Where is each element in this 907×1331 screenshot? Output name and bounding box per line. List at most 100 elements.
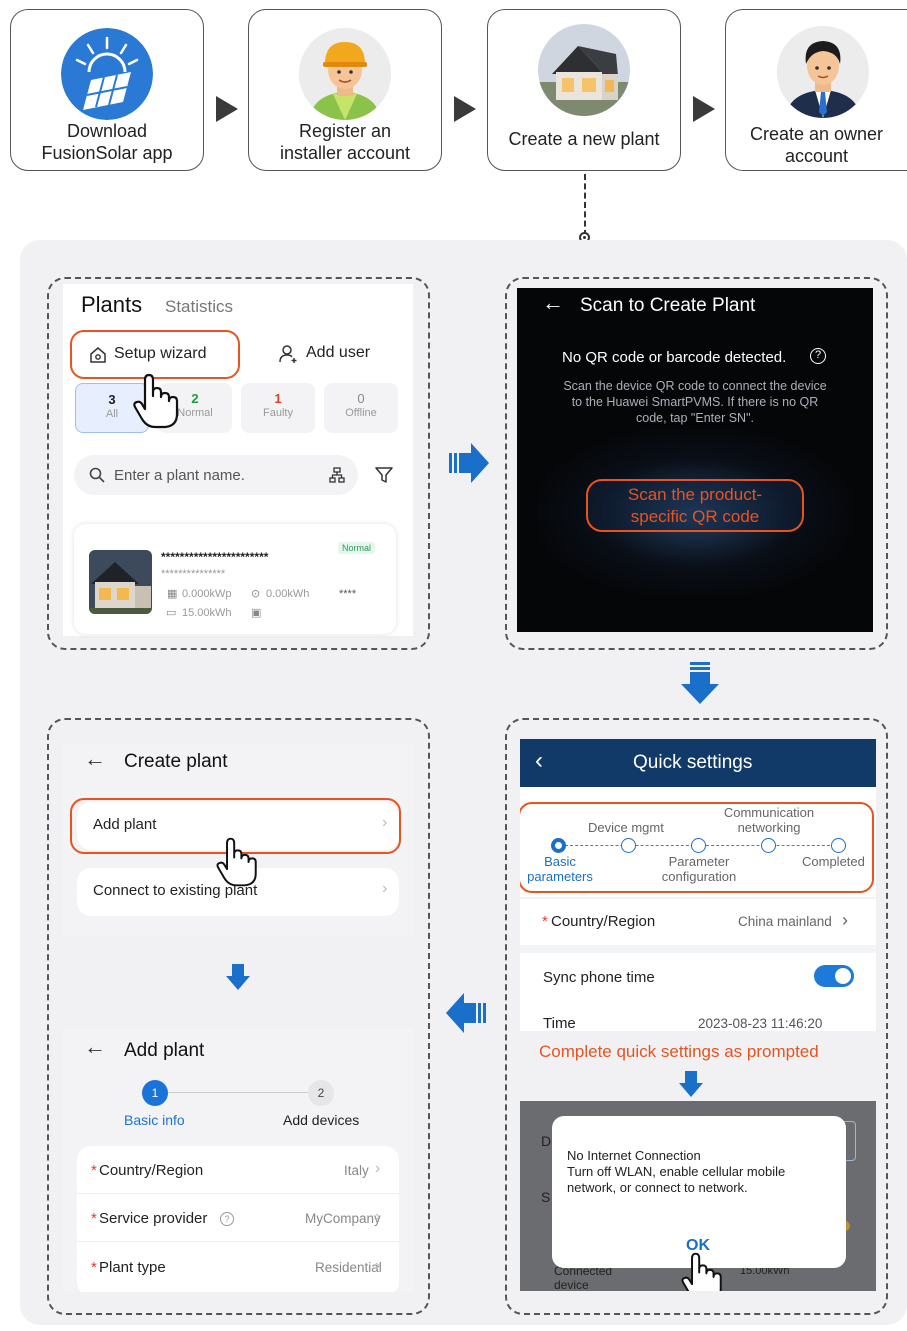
chevron-right-icon: › [382, 880, 388, 897]
chevron-right-icon: › [375, 1257, 381, 1274]
add-user-button[interactable]: Add user [306, 344, 370, 362]
hand-cursor-icon [133, 373, 179, 429]
back-icon[interactable]: ← [542, 290, 564, 316]
stepper-step-1: 1 [142, 1080, 168, 1106]
chevron-right-icon: › [375, 1160, 381, 1177]
sync-time-row: Sync phone time Time 2023-08-23 11:46:20 [520, 953, 876, 1032]
bg-connected-line2: device [554, 1278, 589, 1291]
filter-label: Faulty [263, 407, 293, 419]
help-line: code, tap "Enter SN". [636, 411, 754, 425]
setup-wizard-label: Setup wizard [114, 345, 207, 362]
hand-cursor-icon [216, 837, 257, 887]
step-dot-comm [761, 838, 776, 853]
prompt-text: Complete quick settings as prompted [539, 1042, 819, 1061]
filter-icon[interactable] [375, 466, 393, 484]
step-label-line2: account [784, 146, 849, 166]
scan-status: No QR code or barcode detected. [562, 349, 787, 366]
step-label-line1: Create an owner [749, 124, 884, 144]
no-internet-dialog: No Internet Connection Turn off WLAN, en… [552, 1116, 846, 1268]
scan-qr-button[interactable]: Scan the product- specific QR code [586, 479, 804, 532]
step-register-installer: Register an installer account [248, 9, 442, 171]
search-bar[interactable]: Enter a plant name. [74, 455, 358, 495]
plant-thumbnail [89, 550, 152, 614]
sync-label: Sync phone time [543, 969, 655, 986]
step-download-app: Download FusionSolar app [10, 9, 204, 171]
flow-arrow-down-icon [681, 662, 719, 704]
step-dot-device [621, 838, 636, 853]
help-icon[interactable]: ? [810, 348, 826, 364]
filter-offline[interactable]: 0 Offline [324, 383, 398, 433]
form-row-provider[interactable]: * Service provider ? MyCompany › [77, 1194, 399, 1242]
back-icon[interactable]: ← [84, 1034, 106, 1060]
filter-count: 0 [357, 391, 365, 406]
plants-screen: Plants Statistics Setup wizard Add user … [63, 284, 413, 636]
step-label-line2: FusionSolar app [41, 143, 173, 163]
scan-screen: ← Scan to Create Plant No QR code or bar… [517, 288, 873, 632]
plant-name: *********************** [161, 550, 269, 564]
page-title: Plants [81, 292, 143, 317]
filter-label: Offline [345, 407, 377, 419]
step-label-comm-line1: Communication [723, 805, 815, 820]
add-user-icon [279, 345, 297, 363]
step-create-plant: Create a new plant [487, 9, 681, 171]
page-title: Quick settings [633, 752, 753, 773]
required-mark: * [91, 1162, 97, 1179]
plant-energy: 0.00kWh [266, 588, 310, 600]
step-label-line1: Create a new plant [508, 129, 660, 149]
sync-toggle[interactable] [814, 965, 854, 987]
chevron-right-icon: › [375, 1208, 381, 1225]
help-line: Scan the device QR code to connect the d… [563, 379, 827, 393]
owner-avatar-icon [777, 26, 869, 118]
page-title: Create plant [124, 751, 228, 772]
required-mark: * [91, 1210, 97, 1227]
info-icon[interactable]: ? [220, 1212, 234, 1226]
country-value: China mainland [738, 914, 832, 929]
stepper-step-2: 2 [308, 1080, 334, 1106]
battery-icon: ▭ [166, 607, 177, 619]
step-label-device: Device mgmt [588, 820, 664, 835]
dialog-title: No Internet Connection [567, 1148, 701, 1163]
quick-settings-screen: ‹ Quick settings Device mgmt Communicati… [520, 739, 876, 1291]
flow-arrow-down-icon [679, 1071, 703, 1097]
country-row[interactable]: * Country/Region China mainland › [520, 899, 876, 945]
help-line: to the Huawei SmartPVMS. If there is no … [571, 395, 819, 409]
dialog-line2: network, or connect to network. [567, 1180, 748, 1195]
flow-arrow-icon [454, 96, 476, 122]
field-value: Residential [315, 1260, 382, 1275]
header-bar: ‹ Quick settings [520, 739, 876, 787]
solar-panel-icon [61, 28, 153, 120]
bg-connected: Connected device [554, 1264, 612, 1291]
step-label-param: Parameter configuration [640, 854, 758, 884]
form-row-plant-type[interactable]: * Plant type Residential › [77, 1242, 399, 1290]
step-label-param-line2: configuration [661, 869, 737, 884]
create-plant-screen: ← Create plant Add plant › Connect to ex… [63, 744, 413, 1292]
step-label-comm: Communication networking [710, 805, 828, 835]
plant-rating: **** [339, 588, 357, 600]
hand-cursor-icon [681, 1252, 722, 1291]
step-dot-param [691, 838, 706, 853]
back-icon[interactable]: ← [84, 746, 106, 772]
org-chart-icon[interactable] [329, 467, 345, 483]
step-label-param-line1: Parameter [668, 854, 730, 869]
required-mark: * [542, 913, 548, 930]
stepper-label-2: Add devices [283, 1112, 360, 1128]
country-label: Country/Region [551, 913, 656, 930]
energy-icon: ⊙ [251, 588, 261, 600]
flow-arrow-left-icon [446, 993, 486, 1033]
step-label-basic-line2: parameters [527, 869, 593, 884]
power-icon: ▦ [167, 588, 178, 600]
filter-faulty[interactable]: 1 Faulty [241, 383, 315, 433]
home-gear-icon [90, 347, 106, 363]
plant-card[interactable]: *********************** *************** … [74, 524, 396, 634]
add-plant-title: Add plant [124, 1040, 205, 1061]
step-label-line1: Download [66, 121, 148, 141]
device-icon: ▣ [251, 607, 262, 619]
step-dot-basic [551, 838, 566, 853]
filter-count: 1 [274, 391, 282, 406]
step-label-line1: Register an [298, 121, 392, 141]
form-row-country[interactable]: * Country/Region Italy › [77, 1146, 399, 1194]
back-icon[interactable]: ‹ [535, 747, 543, 775]
tab-statistics[interactable]: Statistics [165, 297, 233, 317]
field-label: Service provider [99, 1210, 208, 1227]
step-label-basic: Basic parameters [520, 854, 600, 884]
